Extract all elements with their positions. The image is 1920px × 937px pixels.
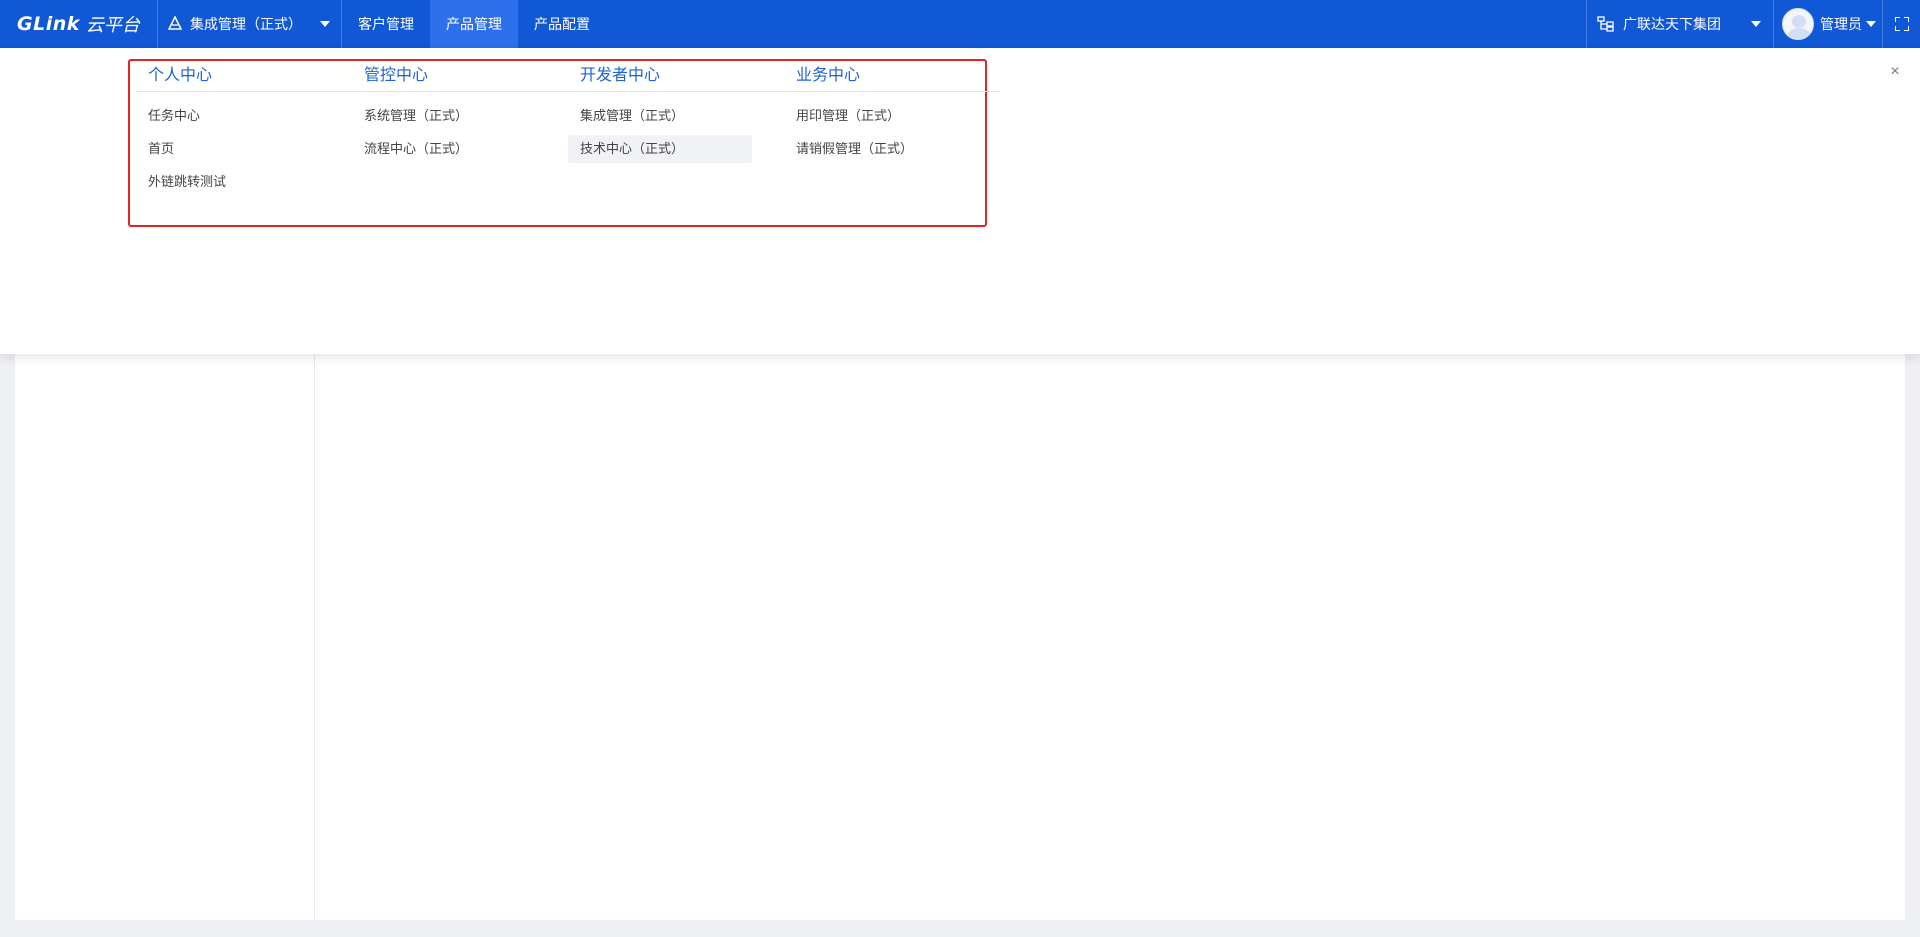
tab-product-management[interactable]: 产品管理 — [430, 0, 518, 48]
chevron-down-icon — [1866, 21, 1876, 27]
avatar — [1782, 8, 1814, 40]
menu-item-task-center[interactable]: 任务中心 — [136, 102, 320, 130]
menu-item-integration-management[interactable]: 集成管理（正式） — [568, 102, 752, 130]
menu-column-business: 业务中心 用印管理（正式） 请销假管理（正式） — [784, 59, 1000, 168]
menu-item-tech-center[interactable]: 技术中心（正式） — [568, 135, 752, 163]
product-menu-panel: × 个人中心 任务中心 首页 外链跳转测试 管控中心 系统管理（正式） 流程中心… — [0, 48, 1920, 354]
menu-item-external-link-test[interactable]: 外链跳转测试 — [136, 168, 320, 196]
menu-column-control: 管控中心 系统管理（正式） 流程中心（正式） — [352, 59, 568, 168]
system-switcher-label: 集成管理（正式） — [190, 16, 302, 32]
menu-item-leave-management[interactable]: 请销假管理（正式） — [784, 135, 968, 163]
tab-product-config[interactable]: 产品配置 — [518, 0, 606, 48]
menu-column-developer: 开发者中心 集成管理（正式） 技术中心（正式） — [568, 59, 784, 168]
system-switcher[interactable]: 集成管理（正式） — [158, 0, 341, 48]
column-title: 管控中心 — [352, 59, 568, 92]
column-title: 业务中心 — [784, 59, 1000, 92]
tab-label: 产品配置 — [534, 16, 590, 32]
logo[interactable]: GLink 云平台 — [0, 0, 157, 48]
menu-item-system-management[interactable]: 系统管理（正式） — [352, 102, 536, 130]
triangle-a-icon — [167, 14, 184, 33]
tab-label: 客户管理 — [358, 16, 414, 32]
top-nav-bar: GLink 云平台 集成管理（正式） 客户管理 产品管理 产品配置 广联达天下集… — [0, 0, 1920, 48]
org-tree-icon — [1597, 16, 1615, 32]
menu-item-home[interactable]: 首页 — [136, 135, 320, 163]
content-sidebar — [15, 300, 315, 920]
menu-column-personal: 个人中心 任务中心 首页 外链跳转测试 — [136, 59, 352, 201]
tab-label: 产品管理 — [446, 16, 502, 32]
org-label: 广联达天下集团 — [1623, 16, 1721, 32]
menu-item-seal-management[interactable]: 用印管理（正式） — [784, 102, 968, 130]
user-name: 管理员 — [1820, 16, 1862, 32]
logo-subtitle: 云平台 — [85, 15, 140, 35]
chevron-down-icon — [320, 21, 330, 27]
main-content-area — [15, 300, 1905, 920]
tab-customer-management[interactable]: 客户管理 — [342, 0, 430, 48]
fullscreen-icon — [1894, 17, 1909, 31]
org-switcher[interactable]: 广联达天下集团 — [1587, 0, 1773, 48]
fullscreen-button[interactable] — [1883, 0, 1920, 48]
chevron-down-icon — [1751, 21, 1761, 27]
close-icon[interactable]: × — [1887, 64, 1903, 80]
column-title: 个人中心 — [136, 59, 352, 92]
logo-brand: GLink — [17, 13, 80, 35]
column-title: 开发者中心 — [568, 59, 784, 92]
user-menu[interactable]: 管理员 — [1774, 0, 1882, 48]
menu-item-process-center[interactable]: 流程中心（正式） — [352, 135, 536, 163]
